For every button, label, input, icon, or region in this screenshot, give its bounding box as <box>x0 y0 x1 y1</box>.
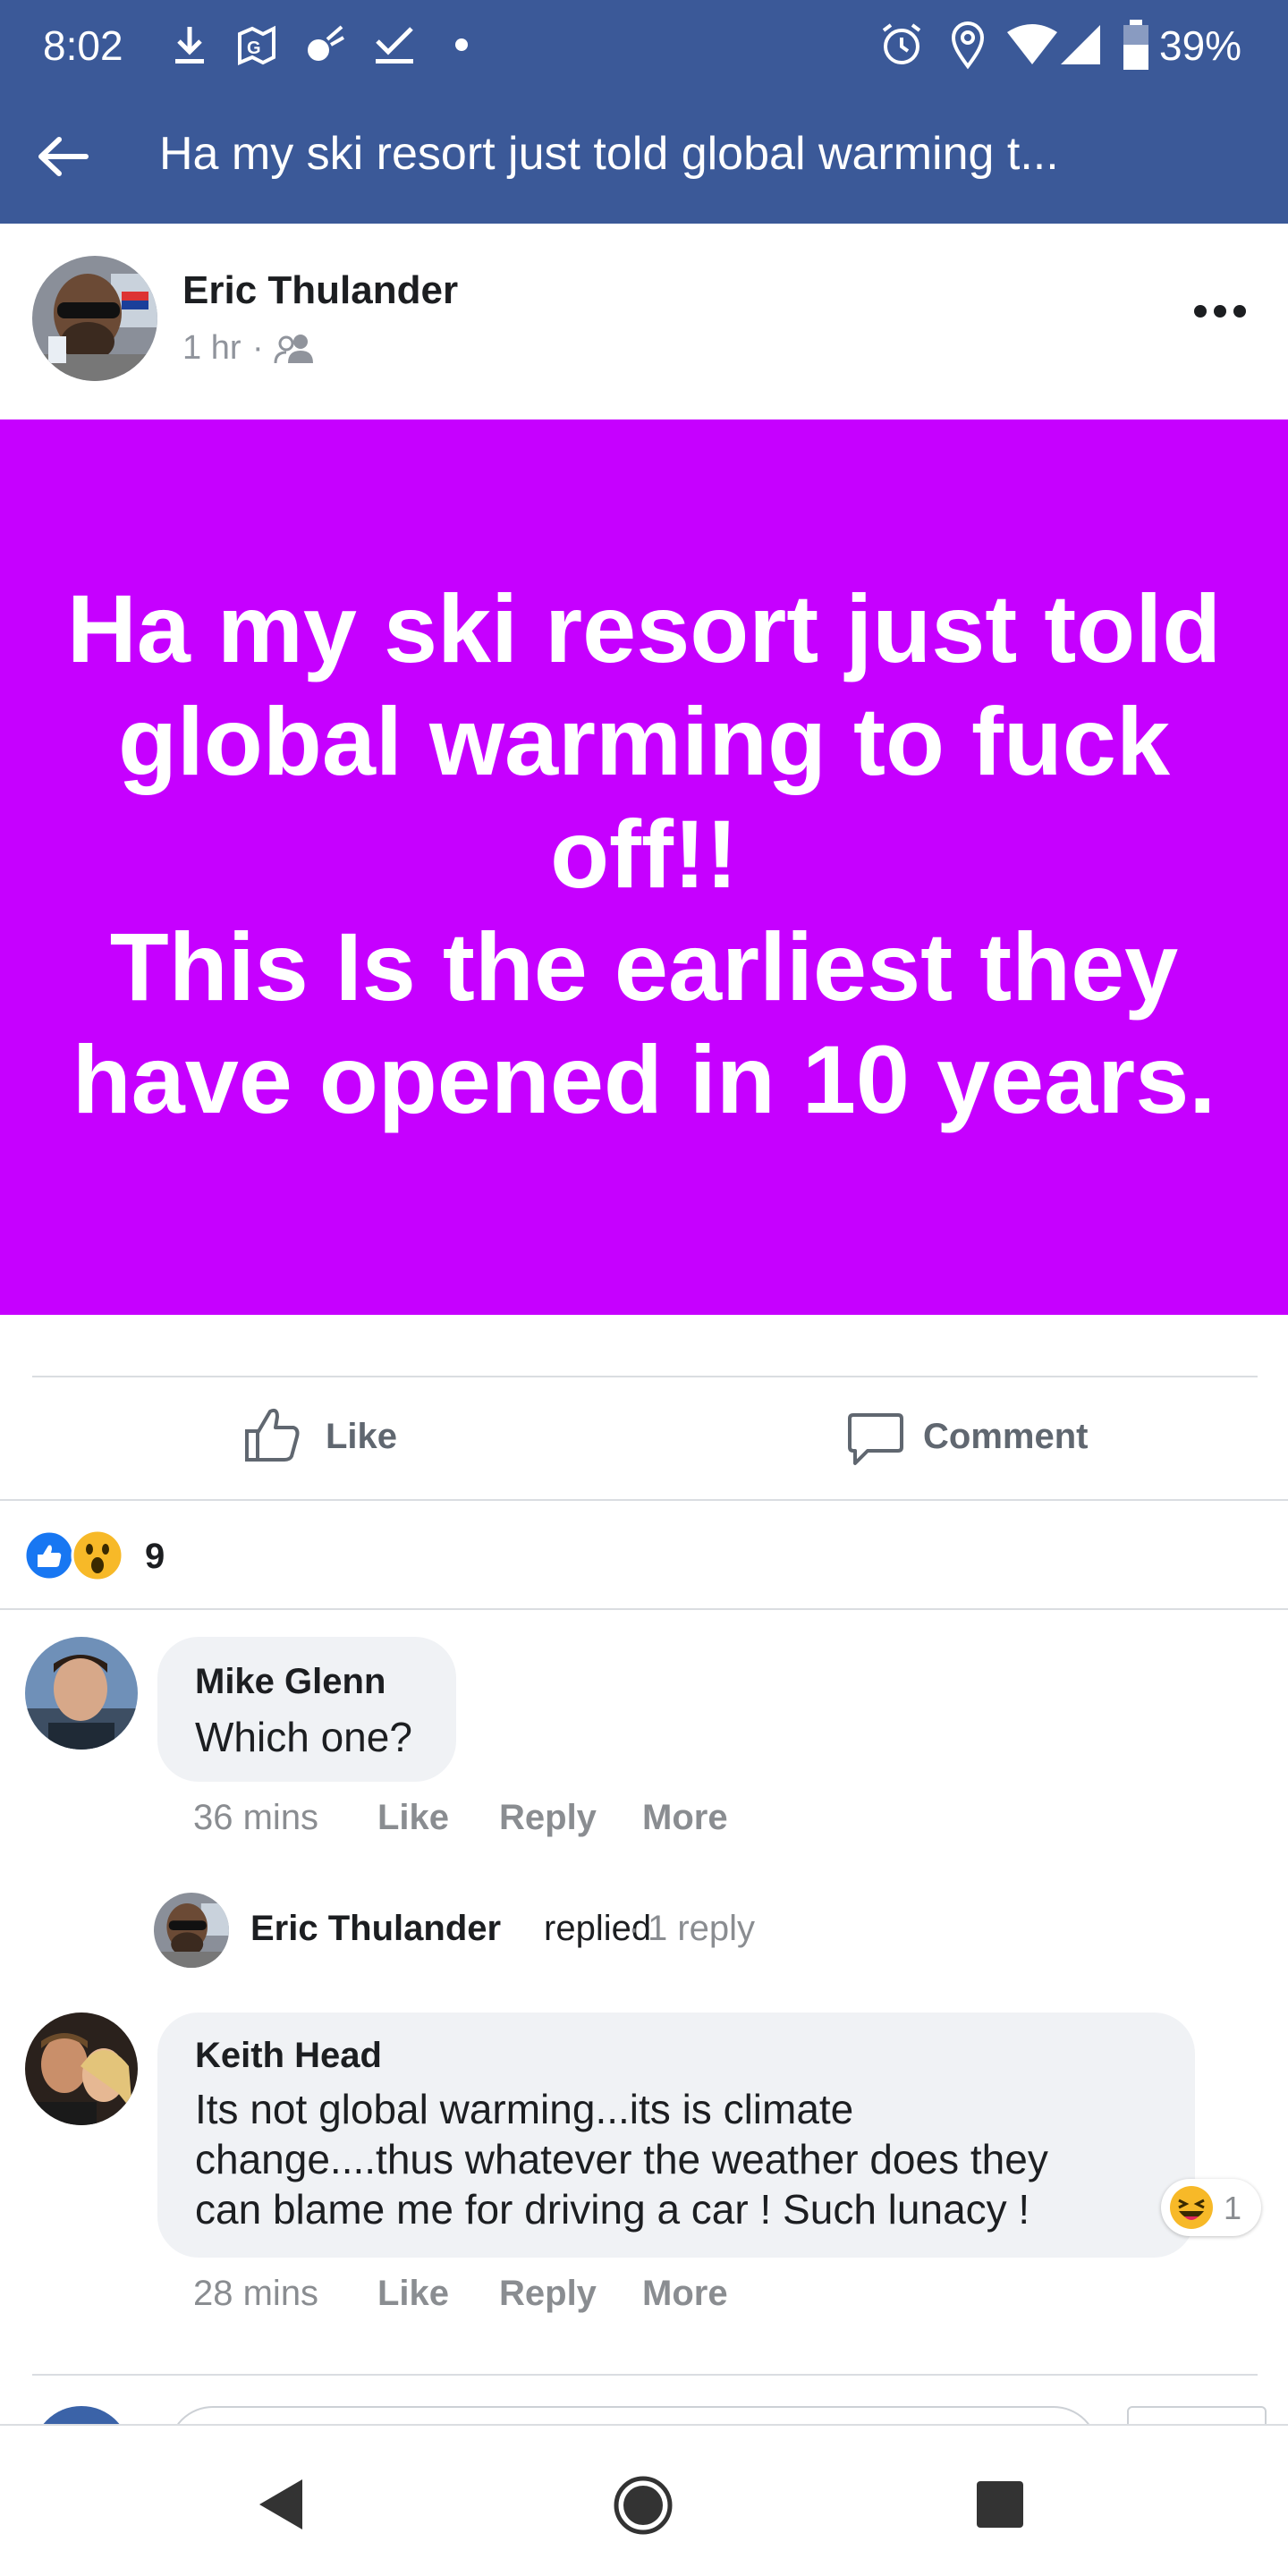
comment-bubble[interactable]: Keith Head Its not global warming...its … <box>157 2012 1195 2258</box>
reply-count: 1 reply <box>648 1909 756 1948</box>
avatar[interactable] <box>25 2012 138 2125</box>
location-icon <box>951 21 985 70</box>
separator: · <box>252 329 264 367</box>
reactions-summary[interactable]: 9 <box>23 1528 175 1582</box>
ellipsis-icon[interactable] <box>1193 302 1247 320</box>
comment-text: Which one? <box>195 1714 412 1760</box>
comment-more-button[interactable]: More <box>642 1798 728 1838</box>
commenter-avatar-image <box>25 1637 138 1750</box>
comment-like-button[interactable]: Like <box>377 2274 449 2314</box>
svg-text:G: G <box>247 38 261 58</box>
navigation-bar <box>0 2424 1288 2576</box>
signal-icon <box>1061 25 1100 64</box>
separator: · <box>628 1909 640 1948</box>
recents-nav-icon[interactable] <box>975 2479 1025 2529</box>
comment-author[interactable]: Mike Glenn <box>195 1662 386 1702</box>
status-time: 8:02 <box>43 22 123 69</box>
dot-icon <box>455 38 468 51</box>
maps-icon: G <box>238 25 275 66</box>
post-text: Ha my ski resort just told global warmin… <box>54 572 1234 1136</box>
post-line: off!! <box>550 800 738 908</box>
comment-reply-button[interactable]: Reply <box>499 1798 597 1838</box>
notification-icon <box>308 25 344 61</box>
thumbs-up-icon <box>245 1408 300 1462</box>
divider <box>0 1608 1288 1610</box>
comment-author[interactable]: Keith Head <box>195 2036 382 2076</box>
comment-button[interactable]: Comment <box>841 1404 1109 1467</box>
post-line: global warming to fuck <box>117 687 1171 795</box>
post-line: This Is the earliest they <box>109 912 1179 1021</box>
avatar[interactable] <box>32 256 157 381</box>
commenter-avatar-image <box>25 2012 138 2125</box>
comment-reaction-badge[interactable]: 1 <box>1161 2179 1261 2236</box>
laugh-reaction-icon <box>1170 2186 1213 2229</box>
comment-time: 36 mins <box>193 1798 319 1837</box>
comment-icon <box>848 1413 903 1465</box>
comment-reply-button[interactable]: Reply <box>499 2274 597 2314</box>
author-avatar-image <box>32 256 157 381</box>
battery-percent: 39% <box>1159 22 1242 69</box>
divider <box>0 1499 1288 1501</box>
battery-icon <box>1123 20 1148 70</box>
friends-icon <box>274 335 313 363</box>
post-line: have opened in 10 years. <box>72 1025 1216 1133</box>
avatar <box>154 1893 229 1968</box>
arrow-left-icon[interactable] <box>36 134 89 179</box>
post-time[interactable]: 1 hr <box>182 329 241 368</box>
comment-text: Its not global warming...its is climate … <box>195 2084 1170 2234</box>
app-bar: Ha my ski resort just told global warmin… <box>0 89 1288 224</box>
comment-reaction-count: 1 <box>1224 2190 1242 2226</box>
wifi-icon <box>1007 24 1057 64</box>
reply-summary[interactable]: Eric Thulander replied · 1 reply <box>154 1893 780 1970</box>
divider <box>32 2374 1258 2376</box>
comment-time: 28 mins <box>193 2274 319 2313</box>
comment-like-button[interactable]: Like <box>377 1798 449 1838</box>
check-icon <box>376 27 413 64</box>
divider <box>32 1376 1258 1377</box>
comment-text-line: can blame me for driving a car ! Such lu… <box>195 2186 1030 2233</box>
reply-author: Eric Thulander <box>250 1909 502 1948</box>
comment-text-line: Its not global warming...its is climate <box>195 2086 854 2132</box>
reaction-count: 9 <box>145 1537 165 1576</box>
avatar[interactable] <box>25 1637 138 1750</box>
post-header: Eric Thulander 1 hr · <box>0 224 1288 419</box>
comment-text-line: change....thus whatever the weather does… <box>195 2136 1048 2182</box>
home-nav-icon[interactable] <box>614 2476 673 2535</box>
back-nav-icon[interactable] <box>256 2478 304 2531</box>
comment-label: Comment <box>923 1417 1089 1456</box>
comment-bubble[interactable]: Mike Glenn Which one? <box>157 1637 456 1782</box>
like-reaction-icon <box>23 1530 75 1581</box>
wow-reaction-icon <box>71 1529 124 1582</box>
page-title: Ha my ski resort just told global warmin… <box>159 128 1059 180</box>
alarm-icon <box>882 23 921 64</box>
download-icon <box>175 27 204 64</box>
post-author-name[interactable]: Eric Thulander <box>182 268 458 313</box>
reply-avatar-image <box>154 1893 229 1968</box>
comment-more-button[interactable]: More <box>642 2274 728 2314</box>
status-bar: 8:02 G 39% <box>0 0 1288 89</box>
like-label: Like <box>326 1417 398 1456</box>
post-line: Ha my ski resort just told <box>66 574 1222 682</box>
like-button[interactable]: Like <box>224 1404 492 1467</box>
